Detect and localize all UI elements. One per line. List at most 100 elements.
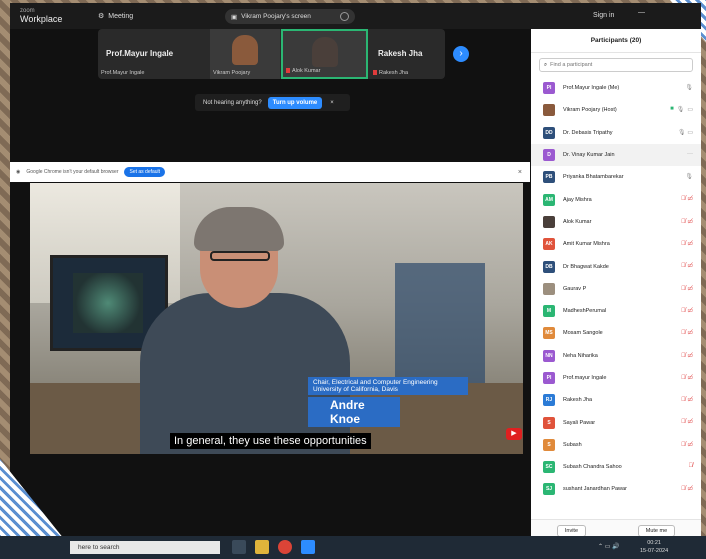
avatar: M — [543, 305, 555, 318]
close-icon[interactable]: × — [518, 169, 522, 176]
participant-row[interactable]: S Subash 🎙̸ ▭̸ — [531, 434, 701, 456]
audio-prompt-banner: Not hearing anything? Turn up volume × — [195, 94, 350, 111]
zoom-top-bar: zoom Workplace ⚙ Meeting ▣ Vikram Poojar… — [10, 3, 701, 29]
video-tile-vikram[interactable]: Vikram Poojary — [210, 29, 280, 79]
avatar — [543, 215, 555, 228]
participant-row[interactable]: S Sayali Pawar 🎙̸ ▭̸ — [531, 411, 701, 433]
video-tile-mayur[interactable]: Prof.Mayur Ingale Prof.Mayur Ingale — [98, 29, 210, 79]
more-options-icon: ··· — [687, 150, 693, 157]
system-tray-icons[interactable]: ⌃ ▭ 🔊 — [598, 543, 620, 550]
clock-time: 00:21 — [647, 540, 661, 546]
chrome-default-browser-bar: ◉ Google Chrome isn't your default brows… — [10, 162, 530, 182]
speaker-role: Chair, Electrical and Computer Engineeri… — [308, 377, 468, 395]
avatar: DB — [543, 260, 555, 273]
sign-in-link[interactable]: Sign in — [593, 12, 614, 19]
participant-name: Prof.Mayur Ingale (Me) — [563, 85, 620, 92]
mic-icon: 🎙 — [685, 85, 693, 91]
chrome-icon: ◉ — [16, 169, 21, 175]
muted-mic-and-video-icon: 🎙̸ — [688, 463, 694, 470]
taskbar-search[interactable]: here to search — [70, 541, 220, 554]
invite-button[interactable]: Invite — [556, 524, 587, 537]
file-explorer-icon[interactable] — [255, 540, 269, 554]
meeting-label: Meeting — [108, 12, 134, 20]
screen-share-pill[interactable]: ▣ Vikram Poojary's screen — [225, 9, 355, 24]
screen-share-icon: ▣ — [231, 13, 238, 21]
participant-row[interactable]: DD Dr. Debasis Tripathy 🎙 ▭ — [531, 122, 701, 144]
avatar: RJ — [543, 394, 555, 407]
avatar — [543, 282, 555, 295]
muted-mic-icon — [286, 68, 290, 74]
participant-name: Subash Chandra Sahoo — [563, 464, 622, 471]
muted-mic-and-video-icon: 🎙̸ ▭̸ — [681, 330, 693, 337]
participant-row[interactable]: PI Prof.Mayur Ingale (Me) 🎙 — [531, 77, 701, 99]
speaker-role-line1: Chair, Electrical and Computer Engineeri… — [313, 379, 438, 386]
meeting-icon: ⚙ — [98, 13, 105, 20]
zoom-brand: zoom Workplace — [20, 7, 62, 25]
avatar: AM — [543, 193, 555, 206]
avatar: SC — [543, 461, 555, 474]
participant-row[interactable]: Gaurav P 🎙̸ ▭̸ — [531, 278, 701, 300]
participant-list: PI Prof.Mayur Ingale (Me) 🎙 Vikram Poojary … — [531, 77, 701, 501]
muted-mic-and-video-icon: 🎙̸ ▭̸ — [681, 285, 693, 292]
lower-third: Chair, Electrical and Computer Engineeri… — [308, 377, 468, 427]
video-tile-alok-speaking[interactable]: Alok Kumar — [281, 29, 368, 79]
avatar: AK — [543, 238, 555, 251]
set-default-button[interactable]: Set as default — [124, 167, 166, 177]
participant-row[interactable]: Vikram Poojary (Host) ■ 🎙 ▭ — [531, 99, 701, 121]
mute-me-button[interactable]: Mute me — [637, 524, 676, 537]
screen-share-label: Vikram Poojary's screen — [241, 13, 311, 20]
avatar: MS — [543, 327, 555, 340]
video-caption: In general, they use these opportunities — [170, 433, 371, 449]
close-icon[interactable]: × — [330, 100, 334, 106]
mic-and-video-icon: 🎙 ▭ — [678, 129, 693, 136]
brand-workplace: Workplace — [20, 14, 63, 24]
participant-row[interactable]: D Dr. Vinay Kumar Jain ··· — [531, 143, 701, 167]
participant-row[interactable]: SJ sushant Janardhan Pawar 🎙̸ ▭̸ — [531, 478, 701, 500]
participant-search[interactable]: ⌕ — [539, 58, 693, 72]
zoom-window: zoom Workplace ⚙ Meeting ▣ Vikram Poojar… — [10, 3, 701, 559]
turn-up-volume-button[interactable]: Turn up volume — [267, 96, 323, 109]
taskbar-clock[interactable]: 00:21 15-07-2024 — [640, 539, 668, 555]
participant-name: Dr. Vinay Kumar Jain — [563, 152, 615, 159]
minimize-icon[interactable]: — — [638, 9, 645, 16]
tile-name-label: Alok Kumar — [292, 68, 321, 74]
video-tile-rakesh[interactable]: Rakesh Jha Rakesh Jha — [370, 29, 445, 79]
muted-mic-and-video-icon: 🎙̸ ▭̸ — [681, 397, 693, 404]
participant-row[interactable]: SC Subash Chandra Sahoo 🎙̸ — [531, 456, 701, 478]
speaker-name: Andre Knoe — [308, 397, 400, 427]
participant-row[interactable]: PB Priyanka Bhatambarekar 🎙 — [531, 166, 701, 188]
audio-prompt-text: Not hearing anything? — [203, 99, 262, 106]
meeting-menu[interactable]: ⚙ Meeting — [98, 12, 134, 21]
search-icon: ⌕ — [544, 61, 548, 68]
muted-mic-and-video-icon: 🎙̸ ▭̸ — [681, 218, 693, 225]
youtube-icon[interactable]: ▶ — [506, 428, 522, 440]
next-page-arrow-icon[interactable]: › — [453, 46, 469, 62]
participant-row[interactable]: RJ Rakesh Jha 🎙̸ ▭̸ — [531, 389, 701, 411]
tile-name-large: Prof.Mayur Ingale — [106, 49, 174, 58]
participants-title: Participants (20) — [531, 29, 701, 53]
muted-mic-and-video-icon: 🎙̸ ▭̸ — [681, 307, 693, 314]
zoom-app-icon[interactable] — [301, 540, 315, 554]
participant-row[interactable]: M MadheshPerumal 🎙̸ ▭̸ — [531, 300, 701, 322]
tile-name-row: Rakesh Jha — [373, 70, 408, 76]
participant-row[interactable]: DB Dr Bhagwat Kakde 🎙̸ ▭̸ — [531, 255, 701, 277]
mic-icon: 🎙 — [685, 174, 693, 181]
task-view-icon[interactable] — [232, 540, 246, 554]
muted-mic-and-video-icon: 🎙̸ ▭̸ — [681, 419, 693, 426]
participant-row[interactable]: MS Mosam Sangole 🎙̸ ▭̸ — [531, 322, 701, 344]
participant-row[interactable]: PI Prof.mayur Ingale 🎙̸ ▭̸ — [531, 367, 701, 389]
participant-row[interactable]: AM Ajay Mishra 🎙̸ ▭̸ — [531, 188, 701, 210]
chrome-icon[interactable] — [278, 540, 292, 554]
view-options-icon[interactable] — [340, 12, 349, 21]
participant-search-input[interactable] — [550, 62, 681, 68]
muted-mic-and-video-icon: 🎙̸ ▭̸ — [681, 486, 693, 493]
avatar: PI — [543, 82, 555, 95]
avatar — [543, 104, 555, 117]
muted-mic-and-video-icon: 🎙̸ ▭̸ — [681, 352, 693, 359]
tile-name-row: Alok Kumar — [286, 68, 320, 74]
avatar: D — [543, 149, 555, 162]
participant-row[interactable]: Alok Kumar 🎙̸ ▭̸ — [531, 211, 701, 233]
tile-name-label: Vikram Poojary — [213, 70, 251, 76]
participant-row[interactable]: AK Amit Kumar Mishra 🎙̸ ▭̸ — [531, 233, 701, 255]
participant-row[interactable]: NN Neha Niharika 🎙̸ ▭̸ — [531, 345, 701, 367]
